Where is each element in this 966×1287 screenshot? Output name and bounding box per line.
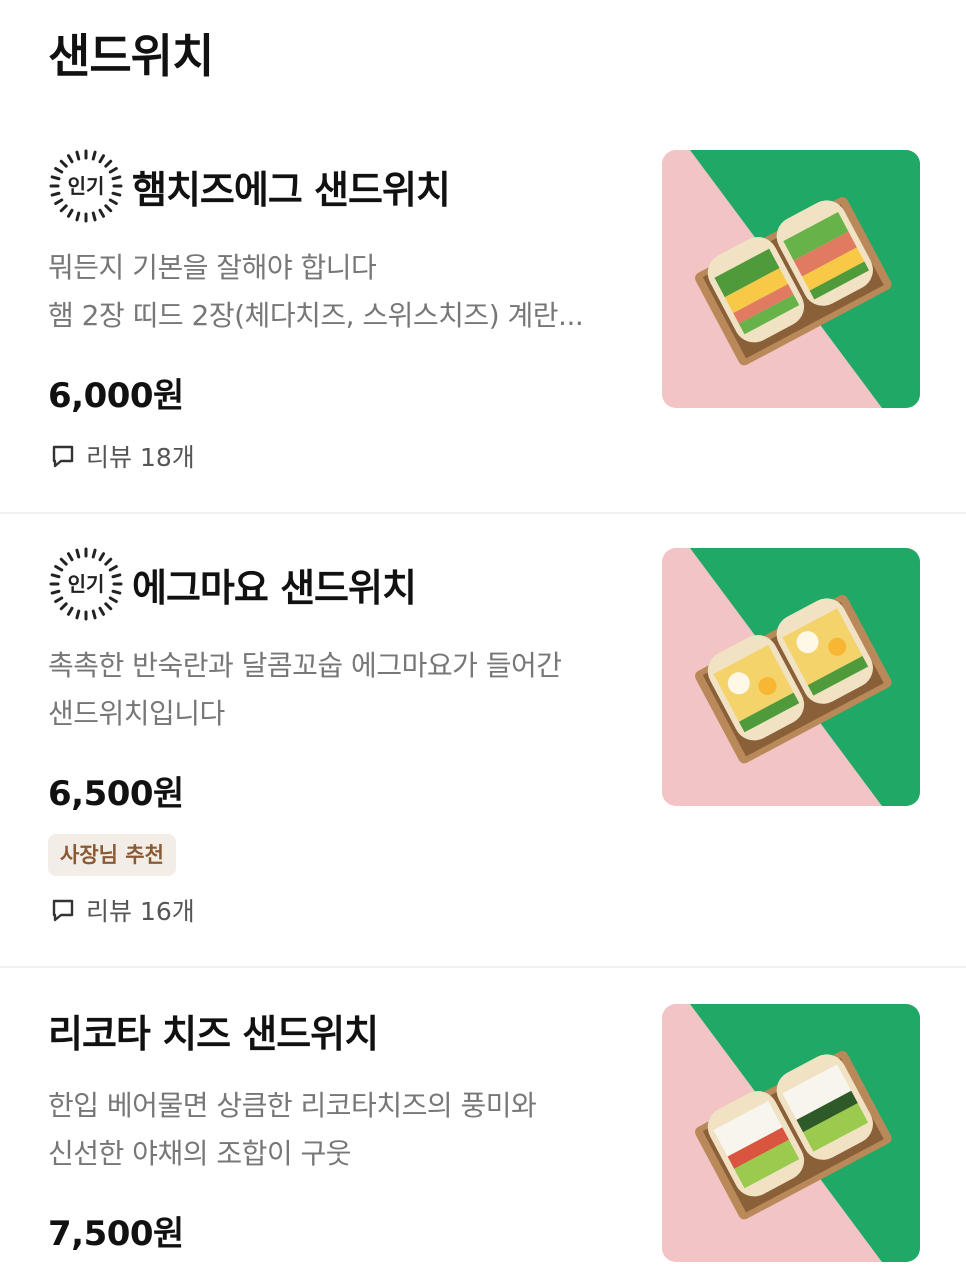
item-title-row: 인기 에그마요 샌드위치 xyxy=(48,544,417,624)
badge-ray xyxy=(104,159,113,168)
item-price: 6,500원 xyxy=(48,774,184,814)
badge-ray xyxy=(98,208,105,218)
badge-ray xyxy=(67,606,74,616)
description-line: 뭐든지 기본을 잘해야 합니다 xyxy=(48,251,377,284)
description-line: 샌드위치입니다 xyxy=(48,697,225,730)
badge-ray xyxy=(108,565,118,572)
menu-item-egg-mayo[interactable]: 인기 에그마요 샌드위치 촉촉한 반숙란과 달콤꼬숩 에그마요가 들어간 샌드위… xyxy=(0,514,966,966)
menu-item-ham-cheese-egg[interactable]: 인기 햄치즈에그 샌드위치 뭐든지 기본을 잘해야 합니다 햄 2장 띠드 2장… xyxy=(0,120,966,512)
item-title-row: 리코타 치즈 샌드위치 xyxy=(48,990,379,1070)
badge-ray xyxy=(111,175,122,181)
description-line: 신선한 야채의 조합이 구웃 xyxy=(48,1137,352,1170)
badge-ray xyxy=(59,557,68,566)
badge-ray xyxy=(98,154,105,164)
badge-ray xyxy=(59,159,68,168)
item-price: 6,000원 xyxy=(48,376,184,416)
badge-ray xyxy=(91,211,97,222)
review-count-label: 리뷰 18개 xyxy=(86,443,195,472)
section-title: 샌드위치 xyxy=(48,29,214,83)
badge-ray xyxy=(50,589,61,595)
popular-badge-icon: 인기 xyxy=(49,149,123,223)
badge-ray xyxy=(75,211,81,222)
menu-item-ricotta-cheese[interactable]: 리코타 치즈 샌드위치 한입 베어물면 상큼한 리코타치즈의 풍미와 신선한 야… xyxy=(0,968,966,1287)
badge-ray xyxy=(104,602,113,611)
badge-ray xyxy=(98,606,105,616)
item-description: 뭐든지 기본을 잘해야 합니다 햄 2장 띠드 2장(체다치즈, 스위스치즈) … xyxy=(48,244,584,340)
sandwich-photo-icon xyxy=(662,150,920,408)
description-line: 햄 2장 띠드 2장(체다치즈, 스위스치즈) 계란... xyxy=(48,299,584,332)
speech-bubble-icon xyxy=(52,899,74,922)
item-name: 햄치즈에그 샌드위치 xyxy=(132,167,451,212)
badge-ray xyxy=(108,198,118,205)
badge-ray xyxy=(67,552,74,562)
popular-badge-label: 인기 xyxy=(68,174,105,198)
badge-ray xyxy=(75,609,81,620)
item-name: 에그마요 샌드위치 xyxy=(132,565,417,610)
sandwich-photo-icon xyxy=(662,548,920,806)
item-photo[interactable] xyxy=(662,1004,920,1262)
sandwich-photo-icon xyxy=(662,1004,920,1262)
description-line: 한입 베어물면 상큼한 리코타치즈의 풍미와 xyxy=(48,1089,537,1122)
item-title-row: 인기 햄치즈에그 샌드위치 xyxy=(48,146,451,226)
item-description: 한입 베어물면 상큼한 리코타치즈의 풍미와 신선한 야채의 조합이 구웃 xyxy=(48,1082,537,1178)
badge-ray xyxy=(67,208,74,218)
badge-ray xyxy=(50,175,61,181)
badge-ray xyxy=(104,557,113,566)
badge-ray xyxy=(54,596,64,603)
description-line: 촉촉한 반숙란과 달콤꼬숩 에그마요가 들어간 xyxy=(48,649,562,682)
badge-ray xyxy=(75,150,81,161)
badge-ray xyxy=(108,167,118,174)
badge-ray xyxy=(50,573,61,579)
item-description: 촉촉한 반숙란과 달콤꼬숩 에그마요가 들어간 샌드위치입니다 xyxy=(48,642,562,738)
badge-ray xyxy=(108,596,118,603)
badge-ray xyxy=(111,573,122,579)
badge-ray xyxy=(54,198,64,205)
item-price: 7,500원 xyxy=(48,1214,184,1254)
badge-ray xyxy=(91,548,97,559)
badge-ray xyxy=(67,154,74,164)
review-count[interactable]: 리뷰 16개 xyxy=(50,892,195,928)
badge-ray xyxy=(111,589,122,595)
badge-ray xyxy=(104,204,113,213)
badge-ray xyxy=(91,609,97,620)
item-photo[interactable] xyxy=(662,150,920,408)
popular-badge-icon: 인기 xyxy=(49,547,123,621)
item-photo[interactable] xyxy=(662,548,920,806)
speech-bubble-icon xyxy=(52,445,74,468)
badge-ray xyxy=(54,565,64,572)
badge-ray xyxy=(59,602,68,611)
item-name: 리코타 치즈 샌드위치 xyxy=(48,1011,379,1056)
badge-ray xyxy=(98,552,105,562)
popular-badge-label: 인기 xyxy=(68,572,105,596)
badge-ray xyxy=(75,548,81,559)
badge-ray xyxy=(54,167,64,174)
badge-ray xyxy=(59,204,68,213)
review-count-label: 리뷰 16개 xyxy=(86,897,195,926)
badge-ray xyxy=(50,191,61,197)
badge-ray xyxy=(111,191,122,197)
review-count[interactable]: 리뷰 18개 xyxy=(50,438,195,474)
owner-recommend-badge: 사장님 추천 xyxy=(48,834,176,876)
badge-ray xyxy=(91,150,97,161)
